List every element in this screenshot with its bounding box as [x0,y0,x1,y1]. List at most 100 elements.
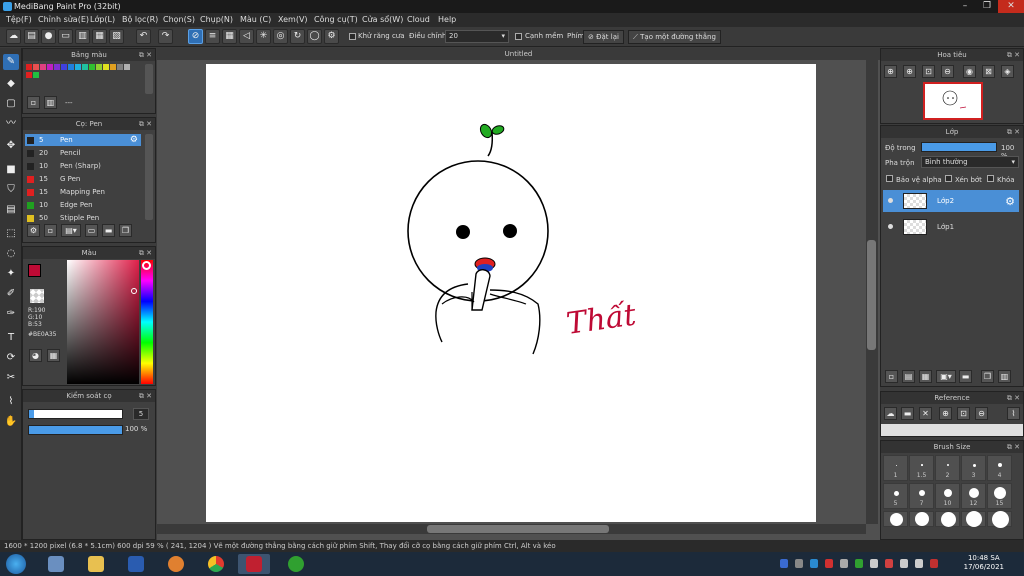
eraser-tool-icon[interactable]: ◆ [3,76,19,92]
foreground-color-swatch[interactable] [28,264,41,277]
antialias-checkbox[interactable] [349,33,356,40]
brush-size-cell[interactable] [935,511,960,527]
add-brush-icon[interactable]: ▫ [44,224,57,237]
panel-close-icon[interactable]: ⧉ ✕ [1007,126,1020,138]
palette-swatch[interactable] [82,64,88,70]
grid-snap-icon[interactable]: ▦ [222,29,237,44]
task-explorer-files[interactable] [40,554,72,574]
panel-close-icon[interactable]: ⧉ ✕ [1007,441,1020,453]
hue-handle[interactable] [142,261,151,270]
share-icon[interactable]: ▧ [109,29,124,44]
menu-color[interactable]: Màu (C) [240,15,271,24]
tray-icon[interactable] [885,559,893,568]
blur-tool-icon[interactable]: 〰 [3,116,19,132]
new-8bit-layer-icon[interactable]: ▦ [919,370,932,383]
palette-scrollbar[interactable] [145,64,153,94]
palette-swatch[interactable] [117,64,123,70]
parallel-snap-icon[interactable]: ≡ [205,29,220,44]
circle-snap-icon[interactable]: ◎ [273,29,288,44]
menu-edit[interactable]: Chỉnh sửa(E) [38,15,89,24]
copy-brush-icon[interactable]: ▭ [85,224,98,237]
gradient-tool-icon[interactable]: ▤ [3,202,19,218]
gear-icon[interactable]: ⚙ [1005,195,1015,208]
duplicate-layer-icon[interactable]: ❐ [981,370,994,383]
brush-tool-icon[interactable]: ✎ [3,54,19,70]
brush-item[interactable]: 15 Mapping Pen [25,186,141,198]
soft-edge-checkbox[interactable] [515,33,522,40]
menu-cloud[interactable]: Cloud [407,15,430,24]
comment-icon[interactable]: ● [41,29,56,44]
gear-icon[interactable]: ⚙ [130,134,138,146]
saturation-value-picker[interactable] [67,260,139,384]
picker-cursor[interactable] [131,288,137,294]
tray-icon[interactable] [795,559,803,568]
layer-row[interactable]: Lớp2 ⚙ [883,190,1019,212]
snap-off-icon[interactable]: ⊘ [188,29,203,44]
dot-tool-icon[interactable]: ▢ [3,96,19,112]
select-eraser-tool-icon[interactable]: ✑ [3,306,19,322]
network-icon[interactable] [900,559,908,568]
cloud-icon[interactable]: ☁ [884,407,897,420]
close-button[interactable]: ✕ [998,0,1024,13]
fit-icon[interactable]: ⊡ [922,65,935,78]
color-wheel-icon[interactable]: ◕ [29,349,42,362]
create-line-button[interactable]: ⟋ Tạo một đường thẳng [628,30,721,44]
task-firefox[interactable] [160,554,192,574]
ellipse-snap-icon[interactable]: ◯ [307,29,322,44]
magic-wand-tool-icon[interactable]: ✦ [3,266,19,282]
brush-menu-icon[interactable]: ▤▾ [61,224,81,237]
zoom-out-icon[interactable]: ⊖ [975,407,988,420]
palette-swatch[interactable] [33,64,39,70]
menu-layer[interactable]: Lớp(L) [90,15,115,24]
hue-slider[interactable] [141,260,153,384]
horizontal-scroll-thumb[interactable] [427,525,609,533]
vertical-scrollbar[interactable] [866,60,878,524]
maximize-button[interactable]: ❐ [976,0,998,13]
divide-tool-icon[interactable]: ✂ [3,370,19,386]
task-word[interactable] [120,554,152,574]
curve-snap-icon[interactable]: ↻ [290,29,305,44]
brush-item[interactable]: 10 Edge Pen [25,199,141,211]
tray-icon[interactable] [780,559,788,568]
brush-size-cell[interactable]: 7 [909,483,934,509]
brush-item[interactable]: 50 Stipple Pen [25,212,141,224]
palette-swatch[interactable] [26,64,32,70]
brush-size-cell[interactable] [961,511,986,527]
palette-swatch[interactable] [124,64,130,70]
settings-snap-icon[interactable]: ⚙ [324,29,339,44]
brush-item[interactable]: 10 Pen (Sharp) [25,160,141,172]
cloud-icon[interactable]: ☁ [6,29,21,44]
palette-swatch[interactable] [47,64,53,70]
redo-icon[interactable]: ↷ [158,29,173,44]
menu-filter[interactable]: Bộ lọc(R) [122,15,158,24]
vertical-scroll-thumb[interactable] [867,240,876,350]
task-medibang[interactable] [238,554,270,574]
palette-swatch[interactable] [89,64,95,70]
reset-rotate-icon[interactable]: ⊠ [982,65,995,78]
palette-swatch[interactable] [40,64,46,70]
menu-help[interactable]: Help [438,15,456,24]
zoom-in-icon[interactable]: ⊕ [939,407,952,420]
layer-row[interactable]: Lớp1 [883,216,1019,238]
blend-mode-select[interactable]: Bình thường ▾ [921,156,1019,168]
move-tool-icon[interactable]: ✥ [3,138,19,154]
brush-size-cell[interactable] [987,510,1012,528]
brush-size-cell[interactable]: 1.5 [909,455,934,481]
brush-size-cell[interactable] [909,511,934,527]
duplicate-icon[interactable]: ❐ [119,224,132,237]
palette-swatch[interactable] [54,64,60,70]
brush-item[interactable]: 20 Pencil [25,147,141,159]
palette-swatch[interactable] [68,64,74,70]
brush-size-cell[interactable]: 5 [883,483,908,509]
text-tool-icon[interactable]: T [3,330,19,346]
visibility-icon[interactable] [888,198,893,203]
brush-item[interactable]: 15 G Pen [25,173,141,185]
undo-icon[interactable]: ↶ [136,29,151,44]
reset-button[interactable]: ⊘ Đặt lại [583,30,624,44]
menu-view[interactable]: Xem(V) [278,15,308,24]
export-icon[interactable]: ▦ [92,29,107,44]
brush-size-value[interactable]: 5 [133,408,149,420]
close-icon[interactable]: ✕ [919,407,932,420]
brush-opacity-slider[interactable] [28,425,123,435]
open-file-icon[interactable]: ▭ [58,29,73,44]
